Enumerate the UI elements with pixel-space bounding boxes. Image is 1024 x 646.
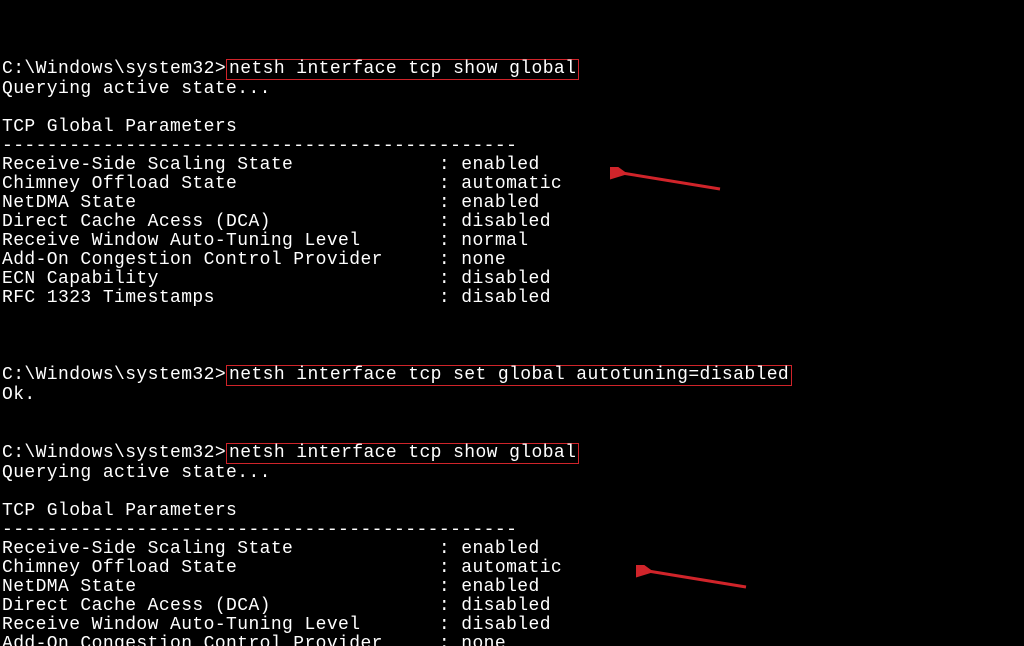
param-row: Receive-Side Scaling State : enabled	[2, 155, 540, 175]
param-value: : automatic	[439, 558, 562, 578]
divider-line: ----------------------------------------…	[2, 136, 517, 156]
param-value: : disabled	[439, 212, 551, 232]
param-row: NetDMA State : enabled	[2, 193, 540, 213]
param-row: Add-On Congestion Control Provider : non…	[2, 250, 506, 270]
param-value: : none	[439, 634, 506, 646]
param-label: Add-On Congestion Control Provider	[2, 634, 439, 646]
param-row: Direct Cache Acess (DCA) : disabled	[2, 596, 551, 616]
prompt-text: C:\Windows\system32>	[2, 365, 226, 385]
param-value: : normal	[439, 231, 529, 251]
param-label: Chimney Offload State	[2, 174, 439, 194]
annotation-arrow-icon	[610, 167, 730, 197]
command-text: netsh interface tcp set global autotunin…	[229, 365, 789, 385]
param-value: : disabled	[439, 615, 551, 635]
param-label: Chimney Offload State	[2, 558, 439, 578]
section-title: TCP Global Parameters	[2, 501, 237, 521]
param-label: ECN Capability	[2, 269, 439, 289]
annotation-arrow-icon	[636, 565, 756, 595]
param-value: : disabled	[439, 288, 551, 308]
param-value: : none	[439, 250, 506, 270]
param-value: : automatic	[439, 174, 562, 194]
param-label: Receive-Side Scaling State	[2, 539, 439, 559]
terminal-window[interactable]: C:\Windows\system32>netsh interface tcp …	[0, 0, 1024, 646]
param-label: Receive-Side Scaling State	[2, 155, 439, 175]
command-highlight-box: netsh interface tcp show global	[226, 59, 579, 80]
param-value: : disabled	[439, 596, 551, 616]
command-highlight-box: netsh interface tcp set global autotunin…	[226, 365, 792, 386]
param-row: Add-On Congestion Control Provider : non…	[2, 634, 506, 646]
prompt-text: C:\Windows\system32>	[2, 59, 226, 79]
param-value: : enabled	[439, 577, 540, 597]
param-value: : enabled	[439, 193, 540, 213]
param-row: Receive Window Auto-Tuning Level : disab…	[2, 615, 551, 635]
param-label: NetDMA State	[2, 193, 439, 213]
output-line: Querying active state...	[2, 463, 271, 483]
param-label: Direct Cache Acess (DCA)	[2, 596, 439, 616]
param-label: Add-On Congestion Control Provider	[2, 250, 439, 270]
param-row: ECN Capability : disabled	[2, 269, 551, 289]
param-row: NetDMA State : enabled	[2, 577, 540, 597]
param-label: Receive Window Auto-Tuning Level	[2, 615, 439, 635]
section-title: TCP Global Parameters	[2, 117, 237, 137]
output-line: Ok.	[2, 385, 36, 405]
param-row: Receive Window Auto-Tuning Level : norma…	[2, 231, 529, 251]
param-label: RFC 1323 Timestamps	[2, 288, 439, 308]
param-label: NetDMA State	[2, 577, 439, 597]
param-value: : enabled	[439, 539, 540, 559]
param-row: Chimney Offload State : automatic	[2, 174, 562, 194]
param-row: RFC 1323 Timestamps : disabled	[2, 288, 551, 308]
command-text: netsh interface tcp show global	[229, 59, 576, 79]
param-row: Receive-Side Scaling State : enabled	[2, 539, 540, 559]
divider-line: ----------------------------------------…	[2, 520, 517, 540]
command-text: netsh interface tcp show global	[229, 443, 576, 463]
param-value: : enabled	[439, 155, 540, 175]
command-highlight-box: netsh interface tcp show global	[226, 443, 579, 464]
prompt-text: C:\Windows\system32>	[2, 443, 226, 463]
param-row: Chimney Offload State : automatic	[2, 558, 562, 578]
output-line: Querying active state...	[2, 79, 271, 99]
param-row: Direct Cache Acess (DCA) : disabled	[2, 212, 551, 232]
param-value: : disabled	[439, 269, 551, 289]
param-label: Receive Window Auto-Tuning Level	[2, 231, 439, 251]
param-label: Direct Cache Acess (DCA)	[2, 212, 439, 232]
